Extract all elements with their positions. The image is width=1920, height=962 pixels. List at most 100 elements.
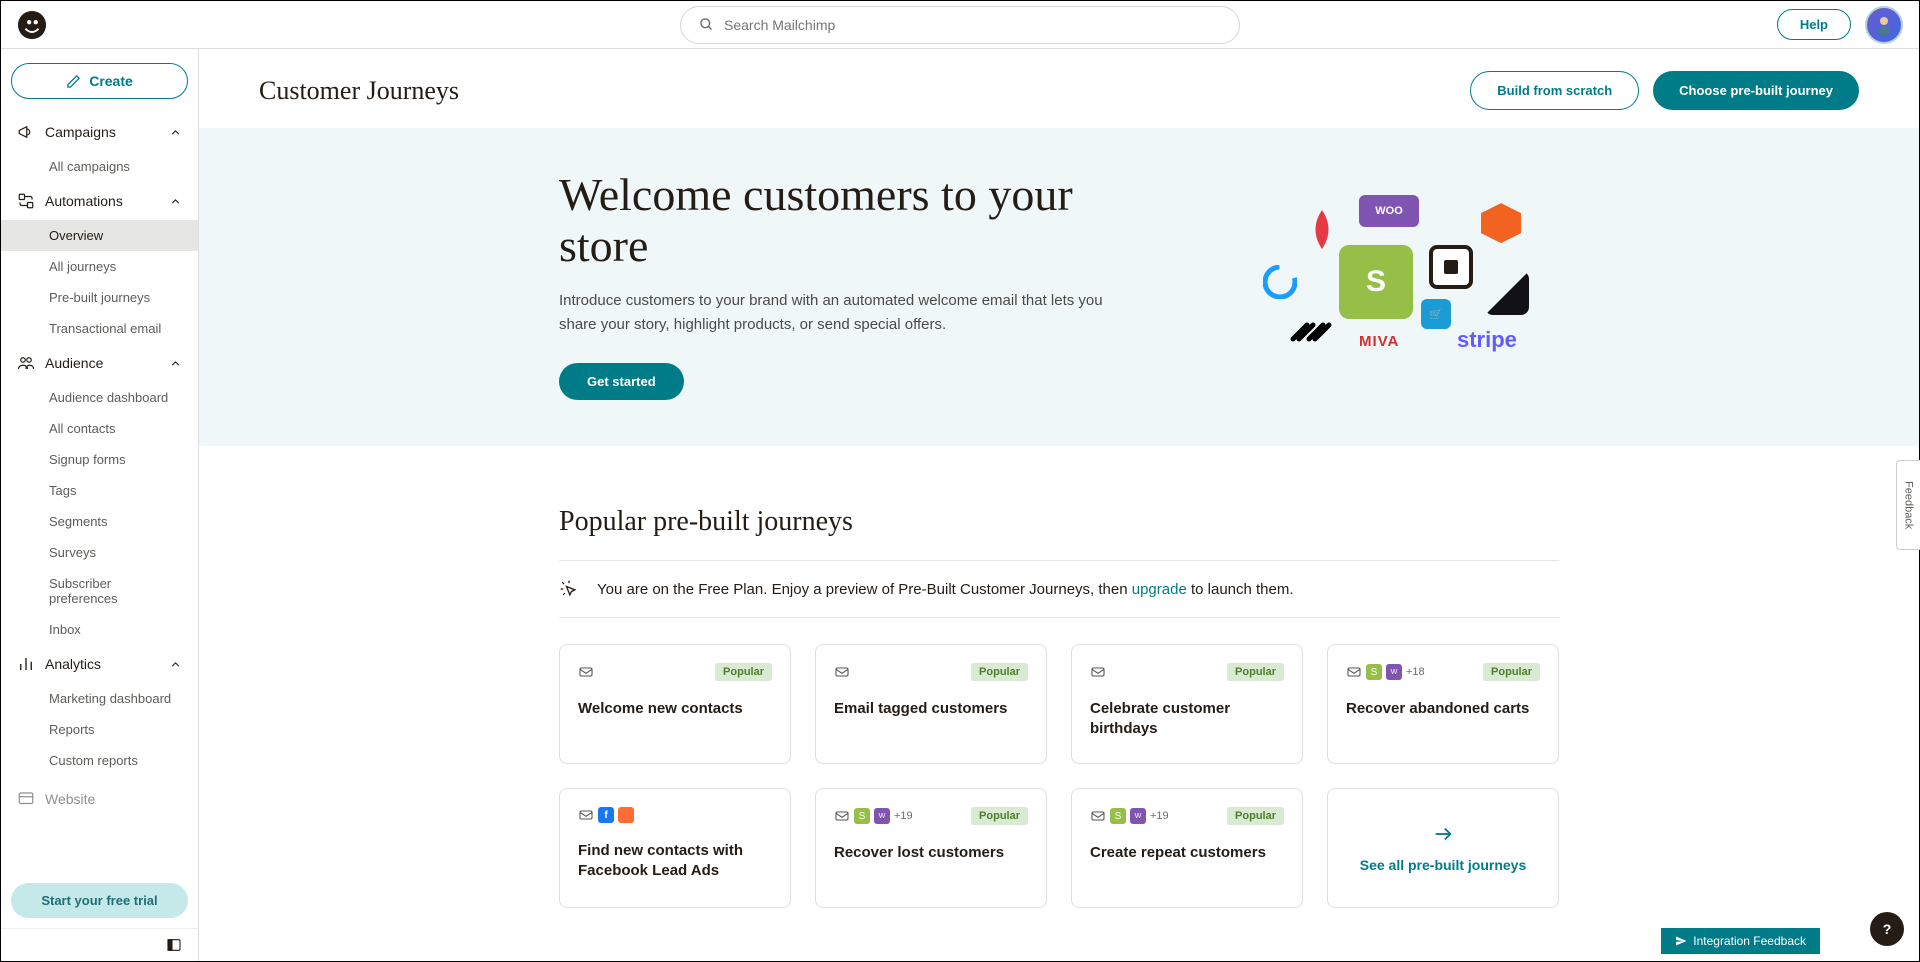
card-icons — [1090, 664, 1106, 680]
upgrade-link[interactable]: upgrade — [1132, 581, 1187, 598]
see-all-journeys-card[interactable]: See all pre-built journeys — [1327, 788, 1559, 908]
nav-item-pre-built-journeys[interactable]: Pre-built journeys — [1, 282, 198, 313]
integration-logos: S WOO 🛒 MIVA stripe — [1229, 185, 1559, 385]
nav-item-all-journeys[interactable]: All journeys — [1, 251, 198, 282]
nav-item-inbox[interactable]: Inbox — [1, 614, 198, 645]
journey-card-welcome-new-contacts[interactable]: Popular Welcome new contacts — [559, 644, 791, 764]
journey-card-recover-lost-customers[interactable]: S W +19 Popular Recover lost customers — [815, 788, 1047, 908]
card-icons — [578, 664, 594, 680]
email-icon — [1346, 664, 1362, 680]
nav: Campaigns All campaigns Automations Over… — [1, 113, 198, 873]
plus-count: +19 — [1150, 810, 1169, 822]
nav-item-marketing-dashboard[interactable]: Marketing dashboard — [1, 683, 198, 714]
arrow-right-icon — [1432, 823, 1454, 845]
integration-feedback-button[interactable]: Integration Feedback — [1661, 928, 1820, 954]
card-icons: f — [578, 807, 634, 823]
nav-section-website[interactable]: Website — [1, 780, 198, 818]
journey-card-facebook-lead-ads[interactable]: f Find new contacts with Facebook Lead A… — [559, 788, 791, 908]
journey-card-recover-abandoned-carts[interactable]: S W +18 Popular Recover abandoned carts — [1327, 644, 1559, 764]
card-title: Recover lost customers — [834, 843, 1028, 863]
nav-section-analytics[interactable]: Analytics — [1, 645, 198, 683]
journey-cards-grid: Popular Welcome new contacts Popular Ema… — [559, 644, 1559, 908]
popular-badge: Popular — [971, 807, 1028, 825]
nav-item-tags[interactable]: Tags — [1, 475, 198, 506]
woocommerce-icon: W — [1386, 664, 1402, 680]
email-icon — [834, 664, 850, 680]
facebook-icon: f — [598, 807, 614, 823]
squarespace-logo-icon — [1287, 313, 1335, 345]
prestashop-logo-icon: 🛒 — [1421, 299, 1451, 329]
create-button[interactable]: Create — [11, 63, 188, 99]
popular-badge: Popular — [1483, 663, 1540, 681]
journey-card-celebrate-birthdays[interactable]: Popular Celebrate customer birthdays — [1071, 644, 1303, 764]
woocommerce-icon: W — [874, 808, 890, 824]
search-box[interactable] — [680, 6, 1240, 44]
get-started-button[interactable]: Get started — [559, 363, 684, 400]
chevron-up-icon — [169, 357, 182, 370]
build-from-scratch-button[interactable]: Build from scratch — [1470, 71, 1639, 110]
nav-label: Automations — [45, 193, 123, 209]
nav-item-transactional-email[interactable]: Transactional email — [1, 313, 198, 344]
email-icon — [578, 664, 594, 680]
card-icons: S W +18 — [1346, 664, 1425, 680]
card-title: Create repeat customers — [1090, 843, 1284, 863]
search-input[interactable] — [724, 17, 1221, 33]
cursor-click-icon — [559, 579, 579, 599]
nav-item-surveys[interactable]: Surveys — [1, 537, 198, 568]
woocommerce-icon: W — [1130, 808, 1146, 824]
nav-label: Analytics — [45, 656, 101, 672]
card-title: Celebrate customer birthdays — [1090, 699, 1284, 740]
journey-card-email-tagged-customers[interactable]: Popular Email tagged customers — [815, 644, 1047, 764]
email-icon — [578, 807, 594, 823]
topbar-right: Help — [1777, 6, 1903, 44]
nav-item-subscriber-preferences[interactable]: Subscriber preferences — [1, 568, 198, 614]
help-fab[interactable]: ? — [1870, 912, 1904, 946]
nav-item-custom-reports[interactable]: Custom reports — [1, 745, 198, 776]
nav-section-campaigns[interactable]: Campaigns — [1, 113, 198, 151]
choose-prebuilt-journey-button[interactable]: Choose pre-built journey — [1653, 71, 1859, 110]
nav-item-overview[interactable]: Overview — [1, 220, 198, 251]
hero-description: Introduce customers to your brand with a… — [559, 289, 1139, 337]
website-icon — [17, 790, 35, 808]
lightspeed-logo-icon — [1309, 209, 1335, 249]
nav-item-all-contacts[interactable]: All contacts — [1, 413, 198, 444]
hero-text: Welcome customers to your store Introduc… — [559, 170, 1169, 400]
page-title: Customer Journeys — [259, 76, 459, 106]
header-actions: Build from scratch Choose pre-built jour… — [1470, 71, 1859, 110]
banner-suffix: to launch them. — [1187, 581, 1294, 598]
card-title: Welcome new contacts — [578, 699, 772, 719]
automation-icon — [17, 192, 35, 210]
see-all-label: See all pre-built journeys — [1360, 857, 1527, 873]
card-icons — [834, 664, 850, 680]
nav-label: Audience — [45, 355, 103, 371]
bigcommerce-logo-icon — [1485, 271, 1529, 315]
magento-logo-icon — [1481, 203, 1521, 243]
nav-item-all-campaigns[interactable]: All campaigns — [1, 151, 198, 182]
popular-badge: Popular — [715, 663, 772, 681]
card-icons: S W +19 — [1090, 808, 1169, 824]
plan-banner-text: You are on the Free Plan. Enjoy a previe… — [597, 581, 1294, 598]
nav-section-audience[interactable]: Audience — [1, 344, 198, 382]
search-icon — [699, 17, 714, 32]
email-icon — [1090, 808, 1106, 824]
start-trial-button[interactable]: Start your free trial — [11, 883, 188, 918]
topbar: Help — [1, 1, 1919, 49]
journey-card-create-repeat-customers[interactable]: S W +19 Popular Create repeat customers — [1071, 788, 1303, 908]
send-icon — [1675, 935, 1687, 947]
integration-feedback-label: Integration Feedback — [1693, 934, 1806, 948]
collapse-sidebar-icon[interactable] — [166, 937, 182, 953]
nav-section-automations[interactable]: Automations — [1, 182, 198, 220]
stripe-logo-icon: stripe — [1457, 327, 1517, 353]
user-avatar[interactable] — [1865, 6, 1903, 44]
pencil-icon — [66, 74, 81, 89]
nav-item-signup-forms[interactable]: Signup forms — [1, 444, 198, 475]
nav-item-segments[interactable]: Segments — [1, 506, 198, 537]
mailchimp-logo[interactable] — [17, 10, 47, 40]
main-content: Customer Journeys Build from scratch Cho… — [199, 49, 1919, 961]
feedback-tab[interactable]: Feedback — [1896, 460, 1920, 550]
nav-item-reports[interactable]: Reports — [1, 714, 198, 745]
woocommerce-logo-icon: WOO — [1359, 195, 1419, 227]
help-button[interactable]: Help — [1777, 9, 1851, 40]
nav-item-audience-dashboard[interactable]: Audience dashboard — [1, 382, 198, 413]
card-title: Find new contacts with Facebook Lead Ads — [578, 841, 772, 882]
